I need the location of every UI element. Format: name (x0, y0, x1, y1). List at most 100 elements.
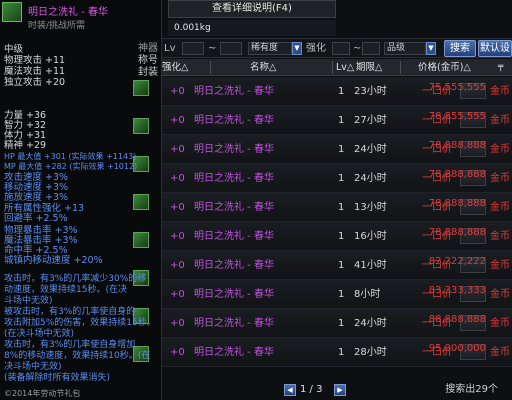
row-time-left: 8小时 (354, 289, 381, 300)
cast-speed-text: 施放速度 +3% (4, 192, 69, 203)
row-level: 1 (338, 173, 345, 184)
row-time-left: 24小时 (354, 318, 387, 329)
col-level[interactable]: Lv△ (336, 59, 354, 76)
row-price: 83,333,333 (428, 285, 486, 296)
row-price: 78,888,888 (428, 198, 486, 209)
row-price: 95,000,000 (428, 343, 486, 354)
grade-select[interactable]: 品级 (384, 42, 426, 55)
seal-label: 封装 (138, 67, 158, 78)
spi-text: 精神 +29 (4, 140, 47, 151)
help-button[interactable]: 查看详细说明(F4) (168, 0, 336, 18)
col-divider (332, 61, 333, 74)
desc-3a: 攻击时，有3%的几率使自身增加 (4, 340, 136, 350)
row-time-left: 27小时 (354, 115, 387, 126)
row-currency: 金币 (490, 260, 510, 271)
col-time[interactable]: 期限△ (356, 59, 382, 76)
desc-2b: 攻击附加5%的伤害，效果持续15秒。 (4, 318, 156, 328)
ind-atk-text: 独立攻击 +20 (4, 77, 66, 88)
tooltip-title: 明日之洗礼 - 春华 (28, 7, 108, 18)
default-button[interactable]: 默认设 (478, 40, 512, 57)
results-table: +0 明日之洗礼 - 春华 1 23小时 一口价 75,555,555 金币 +0 明日之洗礼 … (160, 77, 512, 367)
town-move-text: 城镇内移动速度 +20% (4, 255, 103, 266)
pager: ◀ 1 / 3 ▶ 搜索出29个 (160, 380, 512, 400)
price-input[interactable]: 0.001kg (168, 20, 336, 36)
row-item-name: 明日之洗礼 - 春华 (194, 115, 274, 126)
row-level: 1 (338, 202, 345, 213)
row-level: 1 (338, 231, 345, 242)
result-count: 搜索出29个 (445, 384, 498, 395)
tooltip-footer: ©2014年劳动节礼包 (4, 389, 81, 398)
item-icon (2, 2, 22, 22)
phys-atk-text: 物理攻击 +11 (4, 55, 66, 66)
grade-text: 中级 (4, 44, 24, 55)
row-enhance: +0 (170, 347, 185, 358)
col-name[interactable]: 名称△ (250, 59, 276, 76)
row-item-name: 明日之洗礼 - 春华 (194, 347, 274, 358)
item-tooltip: 明日之洗礼 - 春华 时装/挑战所需 中级 物理攻击 +11 魔法攻击 +11 … (0, 0, 162, 400)
row-time-left: 24小时 (354, 173, 387, 184)
row-enhance: +0 (170, 173, 185, 184)
row-enhance: +0 (170, 202, 185, 213)
row-enhance: +0 (170, 318, 185, 329)
next-page-icon[interactable]: ▶ (334, 384, 346, 396)
row-price: 78,888,888 (428, 140, 486, 151)
row-item-name: 明日之洗礼 - 春华 (194, 318, 274, 329)
row-currency: 金币 (490, 173, 510, 184)
desc-1c: 斗场中无效) (4, 296, 53, 306)
desc-3b: 8%的移动速度，效果持续10秒。(在 (4, 351, 151, 361)
desc-1a: 攻击时，有3%的几率减少30%的移 (4, 274, 147, 284)
row-item-name: 明日之洗礼 - 春华 (194, 231, 274, 242)
row-enhance: +0 (170, 86, 185, 97)
page-label: 1 / 3 (300, 384, 323, 395)
row-time-left: 41小时 (354, 260, 387, 271)
grade-dropdown-icon[interactable]: ▼ (426, 42, 436, 55)
row-time-left: 24小时 (354, 144, 387, 155)
skill-icon (133, 118, 149, 134)
skill-icon (133, 80, 149, 96)
row-price: 78,888,888 (428, 227, 486, 238)
row-item-name: 明日之洗礼 - 春华 (194, 86, 274, 97)
row-price: 88,888,888 (428, 314, 486, 325)
row-time-left: 16小时 (354, 231, 387, 242)
col-divider (210, 61, 211, 74)
row-currency: 金币 (490, 86, 510, 97)
pin-icon[interactable]: ╤ (498, 59, 503, 76)
lv-max-input[interactable] (220, 42, 242, 55)
row-time-left: 13小时 (354, 202, 387, 213)
desc-2c: (在决斗场中无效) (4, 329, 75, 339)
row-level: 1 (338, 347, 345, 358)
table-row[interactable]: +0 明日之洗礼 - 春华 1 28小时 一口价 95,000,000 金币 (160, 338, 512, 367)
enhance-min-input[interactable] (332, 42, 350, 55)
skill-icon (133, 194, 149, 210)
row-item-name: 明日之洗礼 - 春华 (194, 144, 274, 155)
row-item-name: 明日之洗礼 - 春华 (194, 202, 274, 213)
unequip-note: (装备解除时所有效果消失) (4, 373, 111, 383)
tilde: ~ (208, 43, 217, 54)
lv-label: Lv (164, 43, 176, 54)
rarity-dropdown-icon[interactable]: ▼ (292, 42, 302, 55)
row-price: 75,555,555 (428, 82, 486, 93)
enhance-max-input[interactable] (362, 42, 380, 55)
mag-atk-text: 魔法攻击 +11 (4, 66, 66, 77)
row-level: 1 (338, 86, 345, 97)
prev-page-icon[interactable]: ◀ (284, 384, 296, 396)
auction-panel: 查看详细说明(F4) 0.001kg Lv ~ 稀有度 ▼ 强化 ~ 品级 ▼ … (160, 0, 512, 400)
row-enhance: +0 (170, 289, 185, 300)
search-button[interactable]: 搜索 (444, 40, 476, 57)
row-item-name: 明日之洗礼 - 春华 (194, 289, 274, 300)
col-enhance[interactable]: 强化△ (162, 59, 188, 76)
row-level: 1 (338, 289, 345, 300)
row-currency: 金币 (490, 115, 510, 126)
row-level: 1 (338, 144, 345, 155)
filter-row: Lv ~ 稀有度 ▼ 强化 ~ 品级 ▼ 搜索 默认设 (160, 38, 512, 58)
row-item-name: 明日之洗礼 - 春华 (194, 260, 274, 271)
rarity-select[interactable]: 稀有度 (248, 42, 292, 55)
row-level: 1 (338, 115, 345, 126)
row-currency: 金币 (490, 144, 510, 155)
tooltip-subtitle: 时装/挑战所需 (28, 21, 86, 31)
col-divider (400, 61, 401, 74)
lv-min-input[interactable] (182, 42, 204, 55)
row-currency: 金币 (490, 347, 510, 358)
row-price: 78,855,555 (428, 111, 486, 122)
row-enhance: +0 (170, 144, 185, 155)
